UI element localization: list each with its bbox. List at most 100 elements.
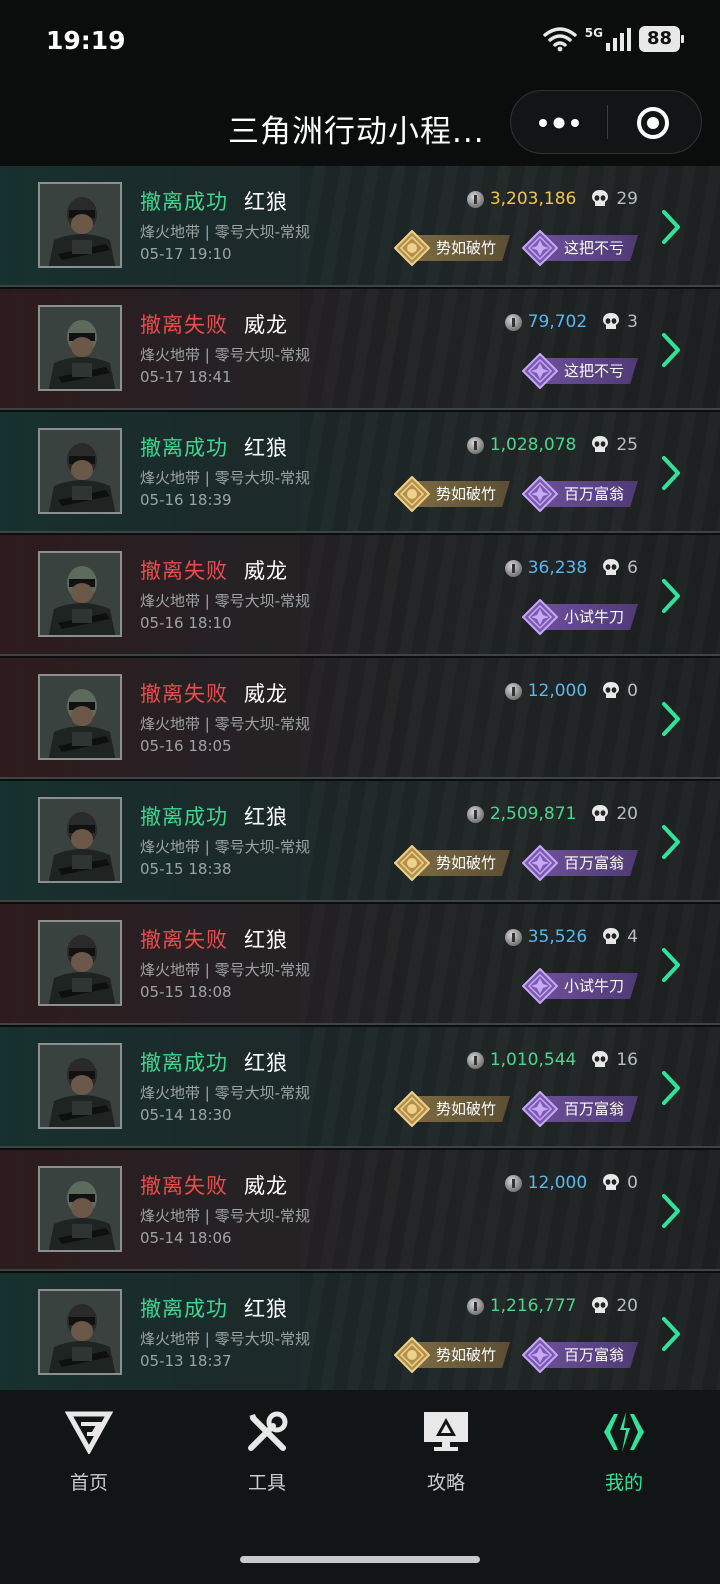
- row-separator: [0, 654, 720, 656]
- achievement-badge: 这把不亏: [521, 353, 638, 389]
- match-row[interactable]: 撤离成功 红狼 烽火地带 | 零号大坝-常规 05-17 19:10 3,203,18…: [0, 166, 720, 287]
- skull-icon: [603, 928, 620, 944]
- match-stats: 1,028,078 25: [466, 435, 638, 455]
- skull-icon: [603, 313, 620, 329]
- capsule-divider: [607, 105, 608, 139]
- row-separator: [0, 285, 720, 287]
- achievement-badge: 小试牛刀: [521, 968, 638, 1004]
- match-time: 05-13 18:37: [140, 1352, 232, 1370]
- match-row[interactable]: 撤离失败 红狼 烽火地带 | 零号大坝-常规 05-15 18:08 35,526 4…: [0, 904, 720, 1025]
- row-background-scene: [300, 289, 720, 410]
- match-time: 05-17 19:10: [140, 245, 232, 263]
- match-row[interactable]: 撤离成功 红狼 烽火地带 | 零号大坝-常规 05-15 18:38 2,509,87…: [0, 781, 720, 902]
- status-icons: 5G 88: [543, 26, 685, 52]
- match-mode: 烽火地带 | 零号大坝-常规: [140, 838, 311, 856]
- match-row[interactable]: 撤离失败 威龙 烽火地带 | 零号大坝-常规 05-16 18:10 36,238 6…: [0, 535, 720, 656]
- chevron-right-icon[interactable]: [660, 701, 682, 737]
- operator-avatar: [38, 182, 122, 268]
- chevron-right-icon[interactable]: [660, 824, 682, 860]
- chevron-right-icon[interactable]: [660, 455, 682, 491]
- chevron-right-icon[interactable]: [660, 1193, 682, 1229]
- coin-icon: [504, 928, 522, 946]
- match-row[interactable]: 撤离成功 红狼 烽火地带 | 零号大坝-常规 05-13 18:37 1,216,77…: [0, 1273, 720, 1390]
- page-title: 三角洲行动小程...: [228, 114, 485, 150]
- extraction-value: 1,216,777: [489, 1296, 577, 1316]
- extraction-result: 撤离成功: [140, 190, 228, 214]
- row-background-scene: [300, 1150, 720, 1271]
- match-row[interactable]: 撤离失败 威龙 烽火地带 | 零号大坝-常规 05-16 18:05 12,000 0: [0, 658, 720, 779]
- match-mode: 烽火地带 | 零号大坝-常规: [140, 223, 311, 241]
- row-background-scene: [300, 904, 720, 1025]
- tab-guide[interactable]: 攻略: [386, 1410, 506, 1500]
- tab-profile[interactable]: 我的: [564, 1410, 684, 1500]
- match-stats: 1,010,544 16: [466, 1050, 638, 1070]
- row-background-scene: [300, 166, 720, 287]
- achievement-badge: 百万富翁: [521, 1091, 638, 1127]
- tab-tools[interactable]: 工具: [207, 1410, 327, 1500]
- row-background-scene: [300, 412, 720, 533]
- extraction-value: 12,000: [527, 1173, 588, 1193]
- operator-portrait: [40, 676, 120, 758]
- operator-name: 红狼: [244, 436, 288, 460]
- medal-purple-icon: [521, 1091, 558, 1127]
- kill-count: 16: [616, 1050, 638, 1070]
- row-separator: [0, 408, 720, 410]
- coin-icon: [466, 1297, 484, 1315]
- coin-icon: [466, 805, 484, 823]
- achievement-badge: 这把不亏: [521, 230, 638, 266]
- medal-gold-icon: [393, 1337, 430, 1373]
- extraction-result: 撤离成功: [140, 1051, 228, 1075]
- chevron-right-icon[interactable]: [660, 1316, 682, 1352]
- extraction-result: 撤离失败: [140, 682, 228, 706]
- skull-icon: [592, 436, 609, 452]
- more-dots-icon[interactable]: [535, 113, 583, 133]
- medal-purple-icon: [521, 845, 558, 881]
- chevron-right-icon[interactable]: [660, 209, 682, 245]
- operator-avatar: [38, 551, 122, 637]
- tab-tools-label: 工具: [247, 1472, 286, 1494]
- kill-count: 0: [627, 1173, 638, 1193]
- operator-portrait: [40, 922, 120, 1004]
- row-background-scene: [300, 1273, 720, 1390]
- match-stats: 12,000 0: [504, 681, 638, 701]
- kill-count: 4: [627, 927, 638, 947]
- extraction-result: 撤离失败: [140, 559, 228, 583]
- row-separator: [0, 777, 720, 779]
- medal-purple-icon: [521, 353, 558, 389]
- match-row[interactable]: 撤离成功 红狼 烽火地带 | 零号大坝-常规 05-14 18:30 1,010,54…: [0, 1027, 720, 1148]
- match-time: 05-14 18:30: [140, 1106, 232, 1124]
- achievement-badges: 小试牛刀: [521, 968, 638, 1004]
- row-background-scene: [300, 781, 720, 902]
- kill-count: 20: [616, 1296, 638, 1316]
- coin-icon: [504, 313, 522, 331]
- chevron-right-icon[interactable]: [660, 332, 682, 368]
- match-stats: 79,702 3: [504, 312, 638, 332]
- tab-home[interactable]: 首页: [29, 1410, 149, 1500]
- extraction-value: 3,203,186: [489, 189, 577, 209]
- match-mode: 烽火地带 | 零号大坝-常规: [140, 1207, 311, 1225]
- operator-name: 红狼: [244, 1297, 288, 1321]
- miniprogram-capsule: [510, 90, 702, 154]
- chevron-right-icon[interactable]: [660, 947, 682, 983]
- chevron-right-icon[interactable]: [660, 578, 682, 614]
- row-separator: [0, 531, 720, 533]
- row-separator: [0, 1269, 720, 1271]
- achievement-badges: 这把不亏: [521, 353, 638, 389]
- operator-name: 红狼: [244, 805, 288, 829]
- signal-icon: [605, 28, 631, 51]
- close-circle-icon[interactable]: [635, 105, 671, 141]
- match-row[interactable]: 撤离成功 红狼 烽火地带 | 零号大坝-常规 05-16 18:39 1,028,07…: [0, 412, 720, 533]
- match-stats: 12,000 0: [504, 1173, 638, 1193]
- operator-portrait: [40, 307, 120, 389]
- operator-portrait: [40, 1168, 120, 1250]
- chevron-right-icon[interactable]: [660, 1070, 682, 1106]
- match-row[interactable]: 撤离失败 威龙 烽火地带 | 零号大坝-常规 05-14 18:06 12,000 0: [0, 1150, 720, 1271]
- operator-portrait: [40, 1291, 120, 1373]
- operator-name: 威龙: [244, 682, 288, 706]
- match-row[interactable]: 撤离失败 威龙 烽火地带 | 零号大坝-常规 05-17 18:41 79,702 3…: [0, 289, 720, 410]
- extraction-result: 撤离失败: [140, 313, 228, 337]
- operator-avatar: [38, 1289, 122, 1375]
- achievement-badges: 小试牛刀: [521, 599, 638, 635]
- extraction-value: 1,028,078: [489, 435, 577, 455]
- operator-avatar: [38, 797, 122, 883]
